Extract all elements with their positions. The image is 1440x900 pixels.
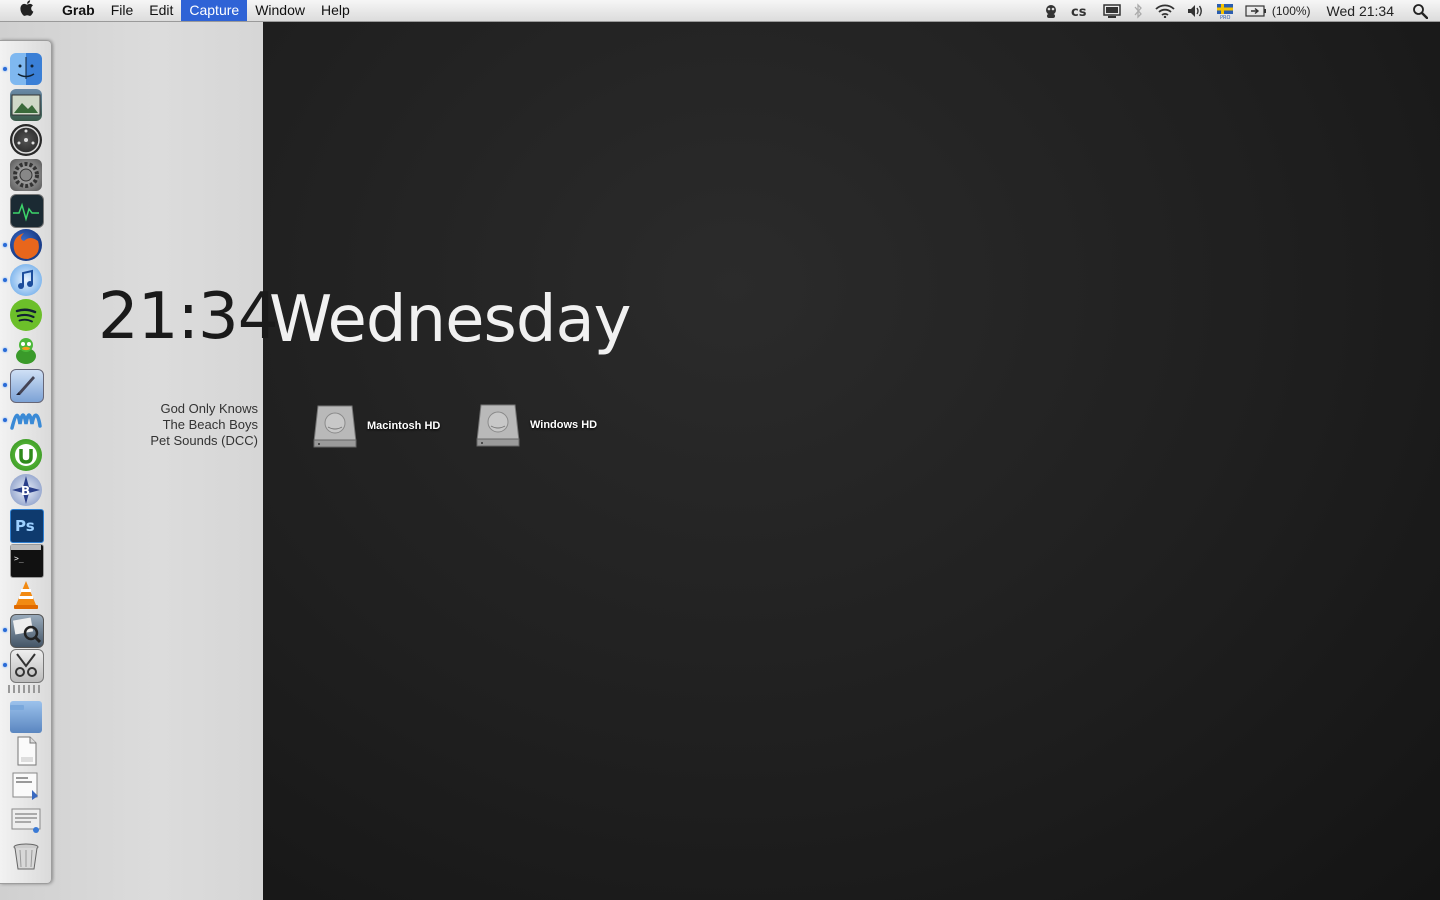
- menubar-clock[interactable]: Wed 21:34: [1317, 0, 1404, 21]
- photoshop-icon[interactable]: Ps: [10, 509, 44, 543]
- mail-icon[interactable]: [10, 369, 44, 403]
- running-indicator: [3, 243, 7, 247]
- status-menus: cs PRO (100%) Wed 21:34: [1037, 0, 1440, 21]
- wunderbar-icon[interactable]: [10, 404, 42, 436]
- wifi-icon[interactable]: [1149, 0, 1181, 21]
- spotify-icon[interactable]: [10, 299, 42, 331]
- running-indicator: [3, 628, 7, 632]
- preview-icon[interactable]: [10, 614, 44, 648]
- running-indicator: [3, 348, 7, 352]
- svg-text:>_: >_: [14, 554, 24, 563]
- adium-duck-icon[interactable]: [10, 334, 42, 366]
- widget-clock-day: Wednesday: [269, 283, 632, 357]
- iphoto-icon[interactable]: [10, 89, 42, 121]
- now-playing-track: God Only Knows: [160, 401, 258, 416]
- widget-clock-time: 21:34: [98, 280, 278, 354]
- menu-file[interactable]: File: [103, 0, 142, 21]
- apple-menu-icon[interactable]: [0, 0, 54, 21]
- activity-monitor-icon[interactable]: [10, 194, 44, 228]
- bbedit-icon[interactable]: B: [10, 474, 42, 506]
- hard-drive-icon: [476, 404, 520, 447]
- vlc-icon[interactable]: [10, 579, 42, 611]
- menu-bar: Grab File Edit Capture Window Help cs PR…: [0, 0, 1440, 22]
- spotlight-icon[interactable]: [1404, 0, 1440, 21]
- trash-icon[interactable]: [10, 840, 42, 872]
- menu-edit[interactable]: Edit: [141, 0, 181, 21]
- volume-icon[interactable]: [1181, 0, 1211, 21]
- itunes-icon[interactable]: [10, 264, 42, 296]
- running-indicator: [3, 67, 7, 71]
- downloads-stack-icon[interactable]: [10, 770, 42, 802]
- applications-folder-icon[interactable]: [10, 701, 42, 733]
- svg-text:cs: cs: [1071, 5, 1087, 18]
- lastfm-icon[interactable]: cs: [1065, 0, 1097, 21]
- bluetooth-icon[interactable]: [1127, 0, 1149, 21]
- dashboard-icon[interactable]: [10, 124, 42, 156]
- grab-icon[interactable]: [10, 649, 44, 683]
- running-indicator: [3, 418, 7, 422]
- system-preferences-icon[interactable]: [10, 159, 42, 191]
- desktop-drive-windows-hd[interactable]: Windows HD: [475, 403, 597, 447]
- flag-sweden-icon[interactable]: PRO: [1211, 0, 1239, 21]
- running-indicator: [3, 278, 7, 282]
- dock-separator: [8, 685, 42, 693]
- text-stack-icon[interactable]: [10, 805, 42, 837]
- drive-label: Windows HD: [530, 419, 598, 431]
- now-playing-artist: The Beach Boys: [162, 417, 258, 432]
- drive-label: Macintosh HD: [367, 420, 441, 432]
- battery-percent: (100%): [1271, 3, 1311, 18]
- documents-stack-icon[interactable]: [10, 735, 42, 767]
- now-playing-album: Pet Sounds (DCC): [150, 433, 258, 448]
- menu-window[interactable]: Window: [247, 0, 313, 21]
- now-playing-widget: God Only Knows The Beach Boys Pet Sounds…: [150, 401, 258, 449]
- display-icon[interactable]: [1097, 0, 1127, 21]
- svg-text:B: B: [21, 484, 30, 498]
- dock: B Ps >_: [0, 40, 52, 884]
- desktop-drive-macintosh-hd[interactable]: Macintosh HD: [312, 404, 440, 448]
- app-menu-grab[interactable]: Grab: [54, 0, 103, 21]
- menu-capture[interactable]: Capture: [181, 0, 248, 21]
- hard-drive-icon: [313, 405, 357, 448]
- utorrent-icon[interactable]: [10, 439, 42, 471]
- svg-text:PRO: PRO: [1220, 15, 1230, 19]
- adium-icon[interactable]: [1037, 0, 1065, 21]
- finder-icon[interactable]: [10, 53, 42, 85]
- running-indicator: [3, 663, 7, 667]
- desktop-background: [263, 22, 1440, 900]
- firefox-icon[interactable]: [10, 229, 42, 261]
- svg-text:Ps: Ps: [15, 517, 35, 535]
- running-indicator: [3, 383, 7, 387]
- battery-icon[interactable]: (100%): [1239, 0, 1317, 21]
- terminal-icon[interactable]: >_: [10, 544, 44, 578]
- menu-help[interactable]: Help: [313, 0, 358, 21]
